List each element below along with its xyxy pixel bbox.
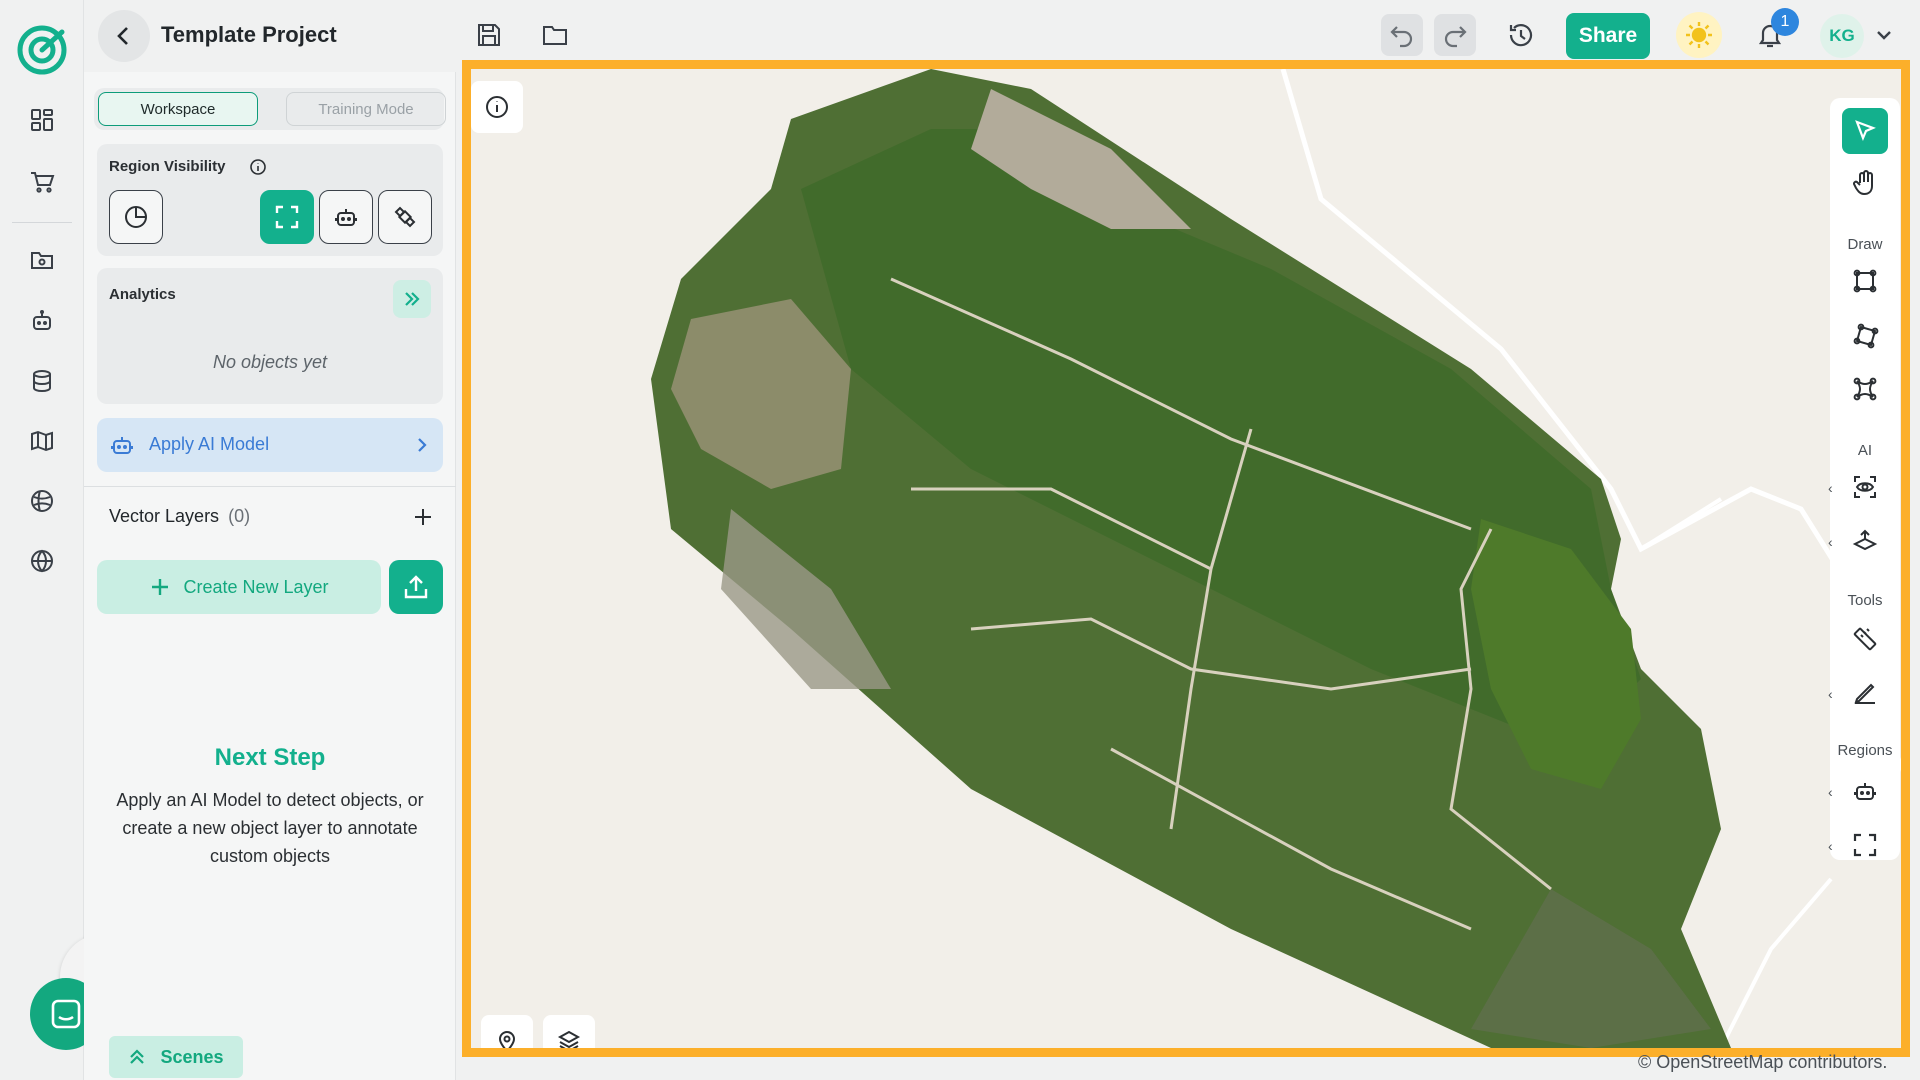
project-title: Template Project bbox=[161, 22, 337, 47]
chevron-left-icon[interactable]: ‹ bbox=[1828, 784, 1833, 800]
eye-scan-icon bbox=[1854, 476, 1876, 498]
analytics-empty-text: No objects yet bbox=[212, 352, 328, 372]
plus-icon bbox=[152, 579, 169, 595]
history-icon[interactable] bbox=[1501, 15, 1541, 55]
sidebar-panel: Workspace Training Mode Region Visibilit… bbox=[84, 72, 456, 1080]
draw-section-label: Draw bbox=[1847, 236, 1883, 253]
section-divider bbox=[84, 486, 456, 487]
open-folder-icon[interactable] bbox=[535, 15, 575, 55]
robot-icon bbox=[109, 432, 135, 458]
apply-ai-model-button[interactable]: Apply AI Model bbox=[97, 418, 443, 472]
expand-analytics-button[interactable] bbox=[393, 280, 431, 318]
magic-layers-icon bbox=[1852, 529, 1878, 551]
map-icon[interactable] bbox=[22, 421, 62, 461]
notification-badge: 1 bbox=[1771, 8, 1799, 36]
create-new-layer-label: Create New Layer bbox=[183, 576, 329, 597]
create-new-layer-button[interactable]: Create New Layer bbox=[97, 560, 381, 614]
chevron-right-icon bbox=[413, 436, 431, 454]
ai-segment-button[interactable] bbox=[1842, 518, 1888, 564]
apply-ai-model-label: Apply AI Model bbox=[149, 434, 270, 454]
measure-tool-button[interactable] bbox=[1842, 616, 1888, 662]
info-icon[interactable] bbox=[249, 158, 267, 176]
scenes-label: Scenes bbox=[160, 1046, 224, 1067]
analytics-label: Analytics bbox=[109, 286, 176, 303]
pen-tool-button[interactable] bbox=[1842, 670, 1888, 716]
polygon-icon bbox=[1853, 323, 1879, 349]
undo-button[interactable] bbox=[1381, 14, 1423, 56]
chevrons-up-icon bbox=[130, 1049, 145, 1064]
frame-icon[interactable] bbox=[260, 190, 314, 244]
tools-section-label: Tools bbox=[1847, 592, 1883, 609]
pen-icon bbox=[1854, 683, 1875, 704]
back-button[interactable] bbox=[98, 10, 150, 62]
vector-nodes-icon bbox=[1853, 377, 1877, 401]
next-step-body: Apply an AI Model to detect objects, or … bbox=[116, 790, 424, 866]
pin-icon bbox=[498, 1031, 516, 1048]
clock-pie-icon[interactable] bbox=[109, 190, 163, 244]
cart-icon[interactable] bbox=[22, 162, 62, 202]
mode-switch: Workspace Training Mode bbox=[94, 88, 446, 130]
analytics-card: Analytics No objects yet bbox=[97, 268, 443, 404]
database-icon[interactable] bbox=[22, 361, 62, 401]
chevron-left-icon[interactable]: ‹ bbox=[1828, 480, 1833, 496]
left-rail: g. 24 bbox=[0, 0, 164, 1080]
regions-section-label: Regions bbox=[1837, 742, 1893, 759]
map-info-button[interactable] bbox=[471, 81, 523, 133]
region-visibility-card: Region Visibility bbox=[97, 144, 443, 256]
chevron-left-icon[interactable]: ‹ bbox=[1828, 686, 1833, 702]
region-robot-button[interactable] bbox=[1842, 768, 1888, 814]
globe-grid-icon[interactable] bbox=[22, 481, 62, 521]
ai-detect-button[interactable] bbox=[1842, 464, 1888, 510]
save-icon[interactable] bbox=[469, 15, 509, 55]
draw-rectangle-button[interactable] bbox=[1842, 258, 1888, 304]
select-tool-button[interactable] bbox=[1842, 108, 1888, 154]
vector-layers-title: Vector Layers (0) bbox=[109, 506, 250, 527]
robot-icon[interactable] bbox=[319, 190, 373, 244]
robot-icon bbox=[1854, 783, 1876, 800]
map-toolbar: Draw AI ‹ ‹ Tools ‹ Regions ‹ ‹ bbox=[1828, 98, 1900, 860]
sun-icon[interactable] bbox=[1676, 12, 1722, 58]
chevron-left-icon[interactable]: ‹ bbox=[1828, 838, 1833, 854]
draw-freeform-button[interactable] bbox=[1842, 366, 1888, 412]
layers-icon bbox=[557, 1030, 581, 1048]
chevron-left-icon[interactable]: ‹ bbox=[1828, 534, 1833, 550]
layers-button[interactable] bbox=[543, 1015, 595, 1048]
dashboard-icon[interactable] bbox=[22, 100, 62, 140]
share-button[interactable]: Share bbox=[1566, 13, 1650, 59]
map-attribution: © OpenStreetMap contributors. bbox=[1638, 1052, 1888, 1072]
folder-icon[interactable] bbox=[22, 240, 62, 280]
avatar[interactable]: KG bbox=[1820, 14, 1864, 58]
tab-workspace[interactable]: Workspace bbox=[98, 92, 258, 126]
map-canvas[interactable] bbox=[462, 60, 1910, 1057]
next-step-title: Next Step bbox=[214, 744, 326, 771]
robot-icon[interactable] bbox=[22, 301, 62, 341]
vector-layers-label: Vector Layers bbox=[109, 506, 220, 526]
satellite-icon[interactable] bbox=[378, 190, 432, 244]
upload-button[interactable] bbox=[389, 560, 443, 614]
region-frame-button[interactable] bbox=[1842, 822, 1888, 868]
app-logo-icon[interactable] bbox=[16, 24, 68, 76]
ruler-icon bbox=[1853, 627, 1877, 651]
aerial-orthomosaic bbox=[651, 69, 1901, 1048]
pan-tool-button[interactable] bbox=[1842, 160, 1888, 206]
info-icon bbox=[486, 96, 508, 118]
ai-section-label: AI bbox=[1857, 442, 1873, 459]
rail-divider bbox=[12, 222, 72, 223]
chevron-down-icon[interactable] bbox=[1864, 15, 1904, 55]
frame-icon bbox=[1853, 833, 1877, 857]
rectangle-icon bbox=[1853, 269, 1877, 293]
region-visibility-label: Region Visibility bbox=[109, 158, 226, 175]
hand-icon bbox=[1853, 170, 1873, 196]
scenes-button[interactable]: Scenes bbox=[109, 1036, 243, 1078]
tab-training-mode[interactable]: Training Mode bbox=[286, 92, 446, 126]
cursor-icon bbox=[1855, 120, 1876, 141]
draw-polygon-button[interactable] bbox=[1842, 312, 1888, 358]
add-layer-icon[interactable] bbox=[410, 504, 436, 530]
vector-layers-count: (0) bbox=[228, 506, 251, 526]
globe-icon[interactable] bbox=[22, 541, 62, 581]
redo-button[interactable] bbox=[1434, 14, 1476, 56]
location-pin-button[interactable] bbox=[481, 1015, 533, 1048]
upload-icon bbox=[404, 575, 428, 599]
